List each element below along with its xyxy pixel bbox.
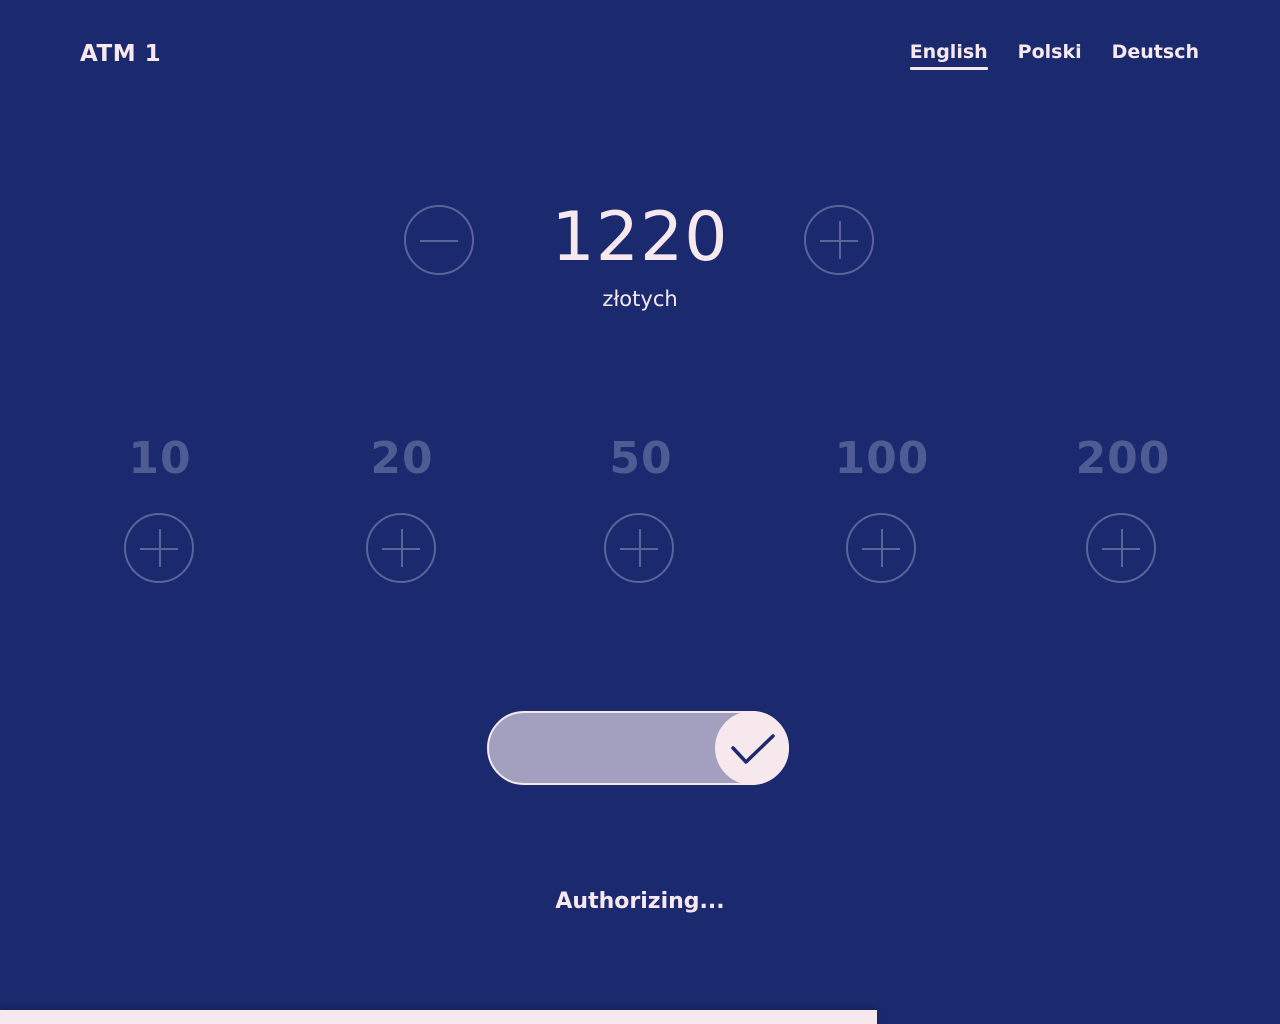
add-20-button[interactable] xyxy=(366,513,436,583)
amount-value: 1220 xyxy=(551,198,729,277)
authorization-progress-bar xyxy=(0,1010,1280,1024)
atm-screen: ATM 1 English Polski Deutsch 1220 złotyc… xyxy=(0,0,1280,1024)
language-polski[interactable]: Polski xyxy=(1018,41,1082,67)
increase-amount-button[interactable] xyxy=(804,205,874,275)
currency-label: złotych xyxy=(602,287,678,311)
add-10-button[interactable] xyxy=(124,513,194,583)
add-200-button[interactable] xyxy=(1086,513,1156,583)
language-deutsch[interactable]: Deutsch xyxy=(1112,41,1199,67)
denomination-label-50: 50 xyxy=(609,433,673,484)
brand-title: ATM 1 xyxy=(80,41,162,67)
denomination-label-10: 10 xyxy=(128,433,192,484)
denomination-label-200: 200 xyxy=(1075,433,1171,484)
progress-fill xyxy=(0,1010,877,1024)
denomination-label-100: 100 xyxy=(834,433,930,484)
check-icon xyxy=(731,734,775,764)
confirm-slider[interactable] xyxy=(487,711,789,785)
status-message: Authorizing... xyxy=(555,889,725,914)
language-switcher: English Polski Deutsch xyxy=(909,41,1199,70)
denomination-label-20: 20 xyxy=(370,433,434,484)
add-50-button[interactable] xyxy=(604,513,674,583)
slider-knob[interactable] xyxy=(715,711,789,785)
language-english[interactable]: English xyxy=(909,41,988,70)
add-100-button[interactable] xyxy=(846,513,916,583)
